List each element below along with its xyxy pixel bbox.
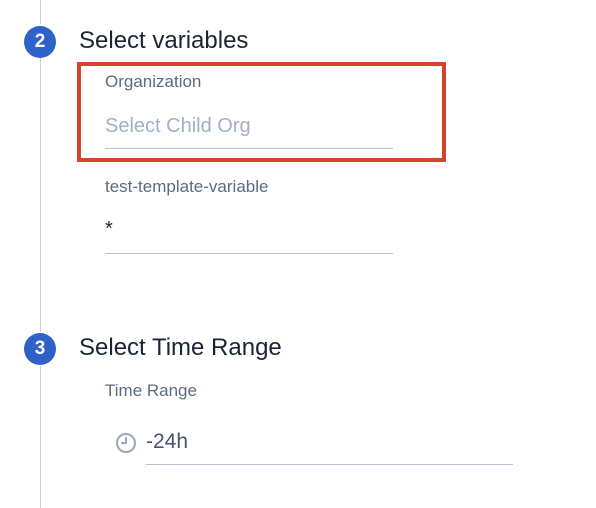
template-variable-underline: [105, 253, 393, 254]
highlight-box: [77, 62, 446, 162]
time-range-underline: [146, 464, 513, 465]
template-variable-label: test-template-variable: [105, 177, 269, 196]
template-variables-panel: 2 Select variables Organization Select C…: [0, 0, 596, 508]
step-title: Select Time Range: [79, 334, 282, 361]
template-variable-input[interactable]: *: [105, 218, 113, 241]
step-number-badge: 3: [24, 333, 56, 365]
step-connector-line: [40, 366, 41, 508]
step-connector-line: [40, 58, 41, 332]
time-range-label: Time Range: [105, 381, 197, 400]
step-connector-line: [40, 0, 41, 24]
step-number-badge: 2: [24, 26, 56, 58]
time-range-input[interactable]: -24h: [146, 430, 188, 454]
step-title: Select variables: [79, 27, 249, 54]
clock-icon: [115, 432, 137, 454]
